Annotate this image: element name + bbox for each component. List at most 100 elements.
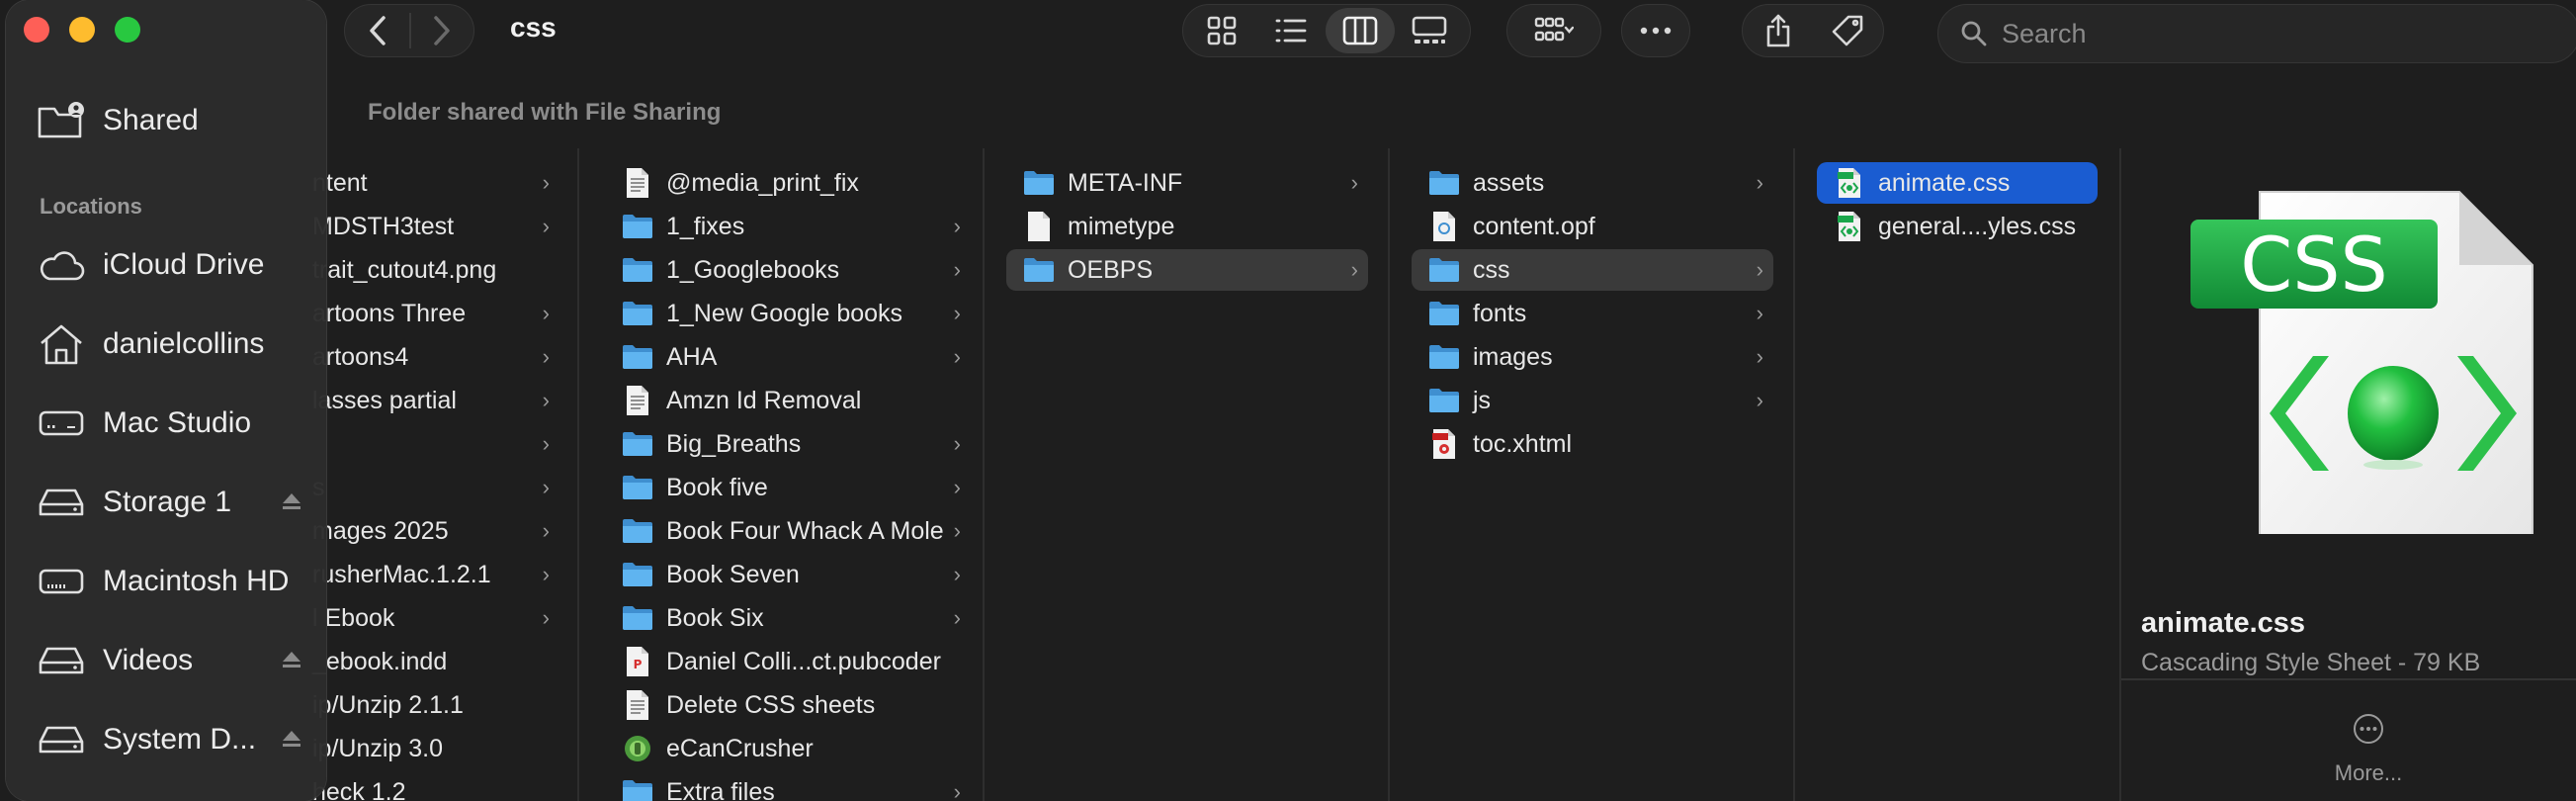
svg-text:P: P — [634, 658, 643, 671]
list-item[interactable]: css › — [1412, 249, 1773, 291]
list-item[interactable]: fonts › — [1412, 293, 1773, 334]
list-item-label: Delete CSS sheets — [666, 690, 876, 719]
sidebar-item-label: Macintosh HD — [103, 565, 290, 597]
search-input[interactable] — [2002, 18, 2555, 49]
close-button[interactable] — [24, 17, 49, 43]
zoom-button[interactable] — [115, 17, 140, 43]
list-item[interactable]: js › — [1412, 380, 1773, 421]
list-item[interactable]: 1_New Google books › — [605, 293, 971, 334]
list-item[interactable]: Book Six › — [605, 597, 971, 639]
list-item[interactable]: eCanCrusher — [605, 728, 971, 769]
search-field[interactable] — [1937, 4, 2576, 63]
list-item[interactable]: mimetype — [1006, 206, 1368, 247]
list-item[interactable]: content.opf — [1412, 206, 1773, 247]
text-document-icon — [627, 168, 648, 198]
column-3: META-INF › mimetype OEBPS › — [985, 148, 1390, 801]
more-info-button[interactable]: More... — [2319, 712, 2418, 786]
list-item[interactable]: toc.xhtml — [1412, 423, 1773, 465]
window-title: css — [510, 12, 557, 43]
column-5: animate.css general....yles.css — [1795, 148, 2121, 801]
file-icon-wrap — [621, 775, 654, 801]
sidebar-item-5[interactable]: Videos — [36, 635, 302, 686]
share-tag-group — [1742, 4, 1884, 57]
chevron-right-icon: › — [542, 301, 550, 325]
list-item-label: Book Seven — [666, 560, 800, 588]
more-actions-button[interactable] — [1621, 4, 1690, 57]
list-item[interactable]: Book five › — [605, 467, 971, 508]
list-item-label: MDSTH3test — [312, 212, 455, 240]
eject-button[interactable] — [281, 490, 302, 517]
file-icon-wrap — [621, 427, 654, 461]
chevron-right-icon: › — [542, 344, 550, 369]
drive-icon — [36, 477, 87, 528]
list-item[interactable]: Delete CSS sheets — [605, 684, 971, 726]
list-item[interactable]: Book Seven › — [605, 554, 971, 595]
list-item[interactable]: Book Four Whack A Mole › — [605, 510, 971, 552]
list-item-label: eCanCrusher — [666, 734, 814, 762]
list-item-label: images — [1473, 342, 1553, 371]
eject-button[interactable] — [281, 649, 302, 675]
minimize-button[interactable] — [69, 17, 95, 43]
sidebar-item-4[interactable]: Macintosh HD — [36, 556, 302, 607]
sidebar: Shared Locations iCloud Drive danielcolli… — [6, 0, 326, 801]
list-item[interactable]: AHA › — [605, 336, 971, 378]
list-item[interactable]: @media_print_fix — [605, 162, 971, 204]
file-icon-wrap — [621, 601, 654, 635]
more-circle-icon — [2354, 714, 2383, 744]
list-item[interactable]: assets › — [1412, 162, 1773, 204]
eject-button[interactable] — [281, 728, 302, 755]
list-item[interactable]: images › — [1412, 336, 1773, 378]
icon-view-button[interactable] — [1187, 8, 1256, 53]
share-button[interactable] — [1744, 4, 1813, 57]
folder-icon — [623, 432, 652, 456]
list-view-button[interactable] — [1256, 8, 1326, 53]
xhtml-document-icon — [1432, 429, 1455, 459]
sidebar-item-1[interactable]: danielcollins — [36, 318, 302, 370]
file-icon-wrap — [1427, 253, 1461, 287]
document-icon — [1028, 212, 1050, 241]
sidebar-item-3[interactable]: Storage 1 — [36, 477, 302, 528]
list-item-label: Book Four Whack A Mole — [666, 516, 944, 545]
back-button[interactable] — [345, 4, 409, 57]
list-item-label: Big_Breaths — [666, 429, 802, 458]
list-item[interactable]: Big_Breaths › — [605, 423, 971, 465]
folder-icon — [623, 215, 652, 238]
gallery-view-button[interactable] — [1395, 8, 1464, 53]
file-icon-wrap — [621, 253, 654, 287]
sidebar-item-shared[interactable]: Shared — [36, 95, 302, 146]
chevron-right-icon: › — [953, 301, 961, 325]
forward-button[interactable] — [411, 4, 473, 57]
css-file-icon: CSS — [2190, 191, 2533, 534]
chevron-right-icon: › — [953, 257, 961, 282]
file-icon-wrap — [1427, 340, 1461, 374]
list-item-label: Book five — [666, 473, 768, 501]
column-view-button[interactable] — [1326, 8, 1395, 53]
list-item[interactable]: META-INF › — [1006, 162, 1368, 204]
list-item[interactable]: Extra files › — [605, 771, 971, 801]
list-item[interactable]: animate.css — [1817, 162, 2098, 204]
file-icon-wrap — [621, 471, 654, 504]
chevron-right-icon: › — [953, 431, 961, 456]
sidebar-item-0[interactable]: iCloud Drive — [36, 239, 302, 291]
file-icon-wrap — [1427, 427, 1461, 461]
tag-button[interactable] — [1813, 4, 1882, 57]
list-item[interactable]: 1_Googlebooks › — [605, 249, 971, 291]
sidebar-item-6[interactable]: System D... — [36, 714, 302, 765]
locations-heading: Locations — [40, 194, 142, 219]
folder-icon — [623, 606, 652, 630]
sidebar-item-2[interactable]: Mac Studio — [36, 398, 302, 449]
text-document-icon — [627, 386, 648, 415]
list-item-label: lasses partial — [312, 386, 457, 414]
group-by-button[interactable] — [1506, 4, 1601, 57]
file-icon-wrap — [621, 688, 654, 722]
sidebar-item-label: Videos — [103, 644, 194, 676]
list-item[interactable]: Amzn Id Removal — [605, 380, 971, 421]
list-item-label: content.opf — [1473, 212, 1595, 240]
list-item[interactable]: general....yles.css — [1817, 206, 2098, 247]
list-item-label: toc.xhtml — [1473, 429, 1573, 458]
drive-icon — [36, 714, 87, 765]
list-item[interactable]: OEBPS › — [1006, 249, 1368, 291]
list-item[interactable]: P Daniel Colli...ct.pubcoder — [605, 641, 971, 682]
column-4: assets › content.opf css › fonts › images › js › to… — [1390, 148, 1795, 801]
list-item[interactable]: 1_fixes › — [605, 206, 971, 247]
